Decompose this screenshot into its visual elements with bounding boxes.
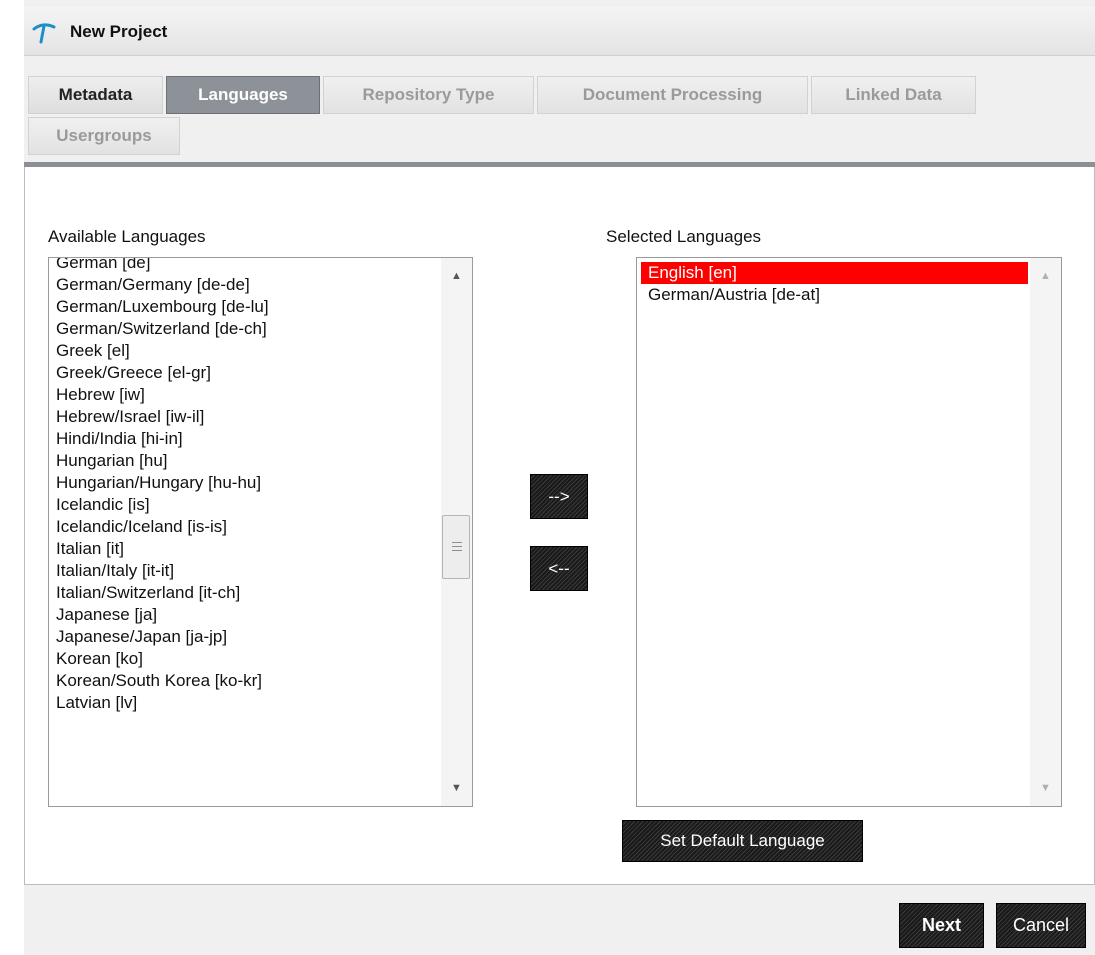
list-item[interactable]: German [de] [49,258,472,274]
list-item[interactable]: Hindi/India [hi-in] [49,428,472,450]
tab-document-processing[interactable]: Document Processing [537,76,808,114]
list-item[interactable]: Korean [ko] [49,648,472,670]
languages-panel: Available Languages German [de] German/G… [24,167,1095,885]
list-item[interactable]: Greek [el] [49,340,472,362]
umbrella-logo-icon [32,21,56,45]
list-item[interactable]: Latvian [lv] [49,692,472,714]
scroll-up-arrow-icon[interactable]: ▲ [1030,266,1061,286]
selected-languages-list[interactable]: English [en] German/Austria [de-at] ▲ ▼ [636,257,1062,807]
list-item[interactable]: Hungarian/Hungary [hu-hu] [49,472,472,494]
new-project-dialog: New Project Metadata Languages Repositor… [24,0,1095,955]
selected-languages-label: Selected Languages [606,227,762,246]
scrollbar-thumb[interactable] [442,515,470,579]
scroll-down-arrow-icon[interactable]: ▼ [1030,778,1061,798]
tab-metadata[interactable]: Metadata [28,76,163,114]
list-item[interactable]: Icelandic [is] [49,494,472,516]
cancel-button[interactable]: Cancel [996,903,1086,948]
list-item[interactable]: Japanese/Japan [ja-jp] [49,626,472,648]
tab-repository-type[interactable]: Repository Type [323,76,534,114]
scroll-up-arrow-icon[interactable]: ▲ [441,266,472,286]
list-item[interactable]: Hebrew [iw] [49,384,472,406]
list-item[interactable]: Korean/South Korea [ko-kr] [49,670,472,692]
available-languages-label: Available Languages [48,227,206,246]
add-language-button[interactable]: --> [530,474,588,519]
tab-bar: Metadata Languages Repository Type Docum… [24,55,1095,167]
list-item[interactable]: Hebrew/Israel [iw-il] [49,406,472,428]
list-item[interactable]: Italian/Switzerland [it-ch] [49,582,472,604]
tab-usergroups[interactable]: Usergroups [28,117,180,155]
dialog-titlebar: New Project [24,7,1095,56]
set-default-language-button[interactable]: Set Default Language [622,820,863,862]
remove-language-button[interactable]: <-- [530,546,588,591]
list-item[interactable]: German/Germany [de-de] [49,274,472,296]
list-item[interactable]: Japanese [ja] [49,604,472,626]
list-item[interactable]: Italian [it] [49,538,472,560]
selected-languages-items: English [en] German/Austria [de-at] [637,258,1061,306]
available-languages-list[interactable]: German [de] German/Germany [de-de] Germa… [48,257,473,807]
scroll-down-arrow-icon[interactable]: ▼ [441,778,472,798]
next-button[interactable]: Next [899,903,984,948]
selected-list-scrollbar[interactable]: ▲ ▼ [1030,258,1061,806]
list-item-selected[interactable]: English [en] [641,262,1028,284]
list-item[interactable]: Greek/Greece [el-gr] [49,362,472,384]
list-item[interactable]: German/Luxembourg [de-lu] [49,296,472,318]
list-item[interactable]: Hungarian [hu] [49,450,472,472]
tab-linked-data[interactable]: Linked Data [811,76,976,114]
list-item[interactable]: Italian/Italy [it-it] [49,560,472,582]
tab-languages[interactable]: Languages [166,76,320,114]
list-item[interactable]: German/Switzerland [de-ch] [49,318,472,340]
available-languages-items: German [de] German/Germany [de-de] Germa… [49,258,472,714]
list-item[interactable]: German/Austria [de-at] [641,284,1061,306]
dialog-title: New Project [70,22,168,41]
list-item[interactable]: Icelandic/Iceland [is-is] [49,516,472,538]
available-list-scrollbar[interactable]: ▲ ▼ [441,258,472,806]
